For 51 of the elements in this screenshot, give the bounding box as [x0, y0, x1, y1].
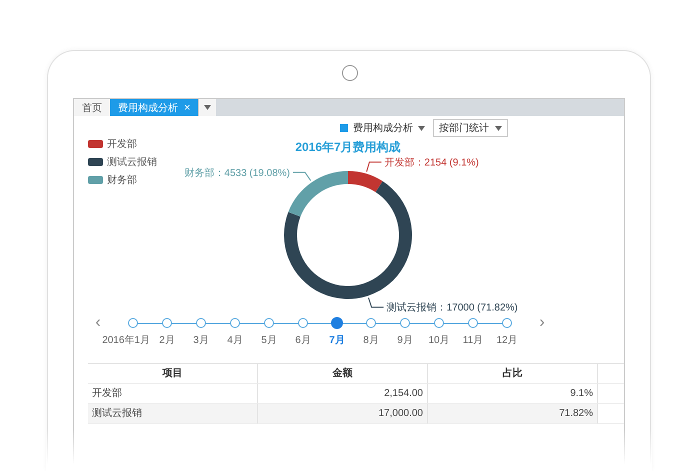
- timeline-node[interactable]: [196, 318, 206, 328]
- legend-label: 开发部: [107, 138, 137, 151]
- tab-menu-button[interactable]: [198, 99, 216, 116]
- month-label[interactable]: 12月: [496, 333, 518, 347]
- chart-label: 财务部：4533 (19.08%): [184, 168, 290, 179]
- month-label[interactable]: 2月: [159, 333, 175, 347]
- month-label[interactable]: 10月: [428, 333, 450, 347]
- column-header: 占比: [428, 364, 598, 384]
- column-header: 项目: [88, 364, 258, 384]
- chart-label: 测试云报销：17000 (71.82%): [386, 302, 518, 314]
- chart-label: 开发部：2154 (9.1%): [384, 158, 479, 169]
- timeline-node[interactable]: [230, 318, 240, 328]
- leader-line: [366, 162, 382, 172]
- timeline-node[interactable]: [502, 318, 512, 328]
- month-label[interactable]: 3月: [193, 333, 209, 347]
- next-button[interactable]: ›: [532, 315, 552, 331]
- month-label[interactable]: 8月: [363, 333, 379, 347]
- timeline-node[interactable]: [298, 318, 308, 328]
- month-label[interactable]: 9月: [397, 333, 413, 347]
- timeline-node[interactable]: [434, 318, 444, 328]
- leader-line: [292, 172, 312, 182]
- chart-title: 2016年7月费用构成: [295, 139, 401, 155]
- caret-icon: [204, 105, 212, 110]
- previous-button[interactable]: ‹: [88, 315, 108, 331]
- table-cell: 17,000.00: [258, 404, 428, 424]
- camera-icon: [342, 65, 358, 81]
- timeline-node[interactable]: [366, 318, 376, 328]
- timeline-node[interactable]: [468, 318, 478, 328]
- view-dropdown[interactable]: 费用构成分析: [353, 121, 425, 135]
- legend-label: 财务部: [107, 174, 137, 187]
- table-cell: 71.82%: [428, 404, 598, 424]
- month-label[interactable]: 2016年1月: [102, 333, 150, 347]
- month-label[interactable]: 6月: [295, 333, 311, 347]
- timeline-node[interactable]: [128, 318, 138, 328]
- month-label[interactable]: 7月: [329, 333, 345, 347]
- timeline-node[interactable]: [331, 317, 343, 329]
- column-header: 金额: [258, 364, 428, 384]
- leader-line: [368, 297, 384, 308]
- caret-icon: [495, 126, 502, 130]
- square-icon: [340, 124, 348, 132]
- month-label[interactable]: 11月: [462, 333, 484, 347]
- timeline-node[interactable]: [162, 318, 172, 328]
- legend-label: 测试云报销: [107, 156, 157, 169]
- table-cell: 测试云报销: [88, 404, 258, 424]
- timeline-node[interactable]: [400, 318, 410, 328]
- timeline-node[interactable]: [264, 318, 274, 328]
- group-by-select[interactable]: 按部门统计: [433, 119, 508, 137]
- month-label[interactable]: 4月: [227, 333, 243, 347]
- caret-icon: [418, 126, 425, 130]
- month-label[interactable]: 5月: [261, 333, 277, 347]
- tab[interactable]: 首页: [74, 99, 110, 116]
